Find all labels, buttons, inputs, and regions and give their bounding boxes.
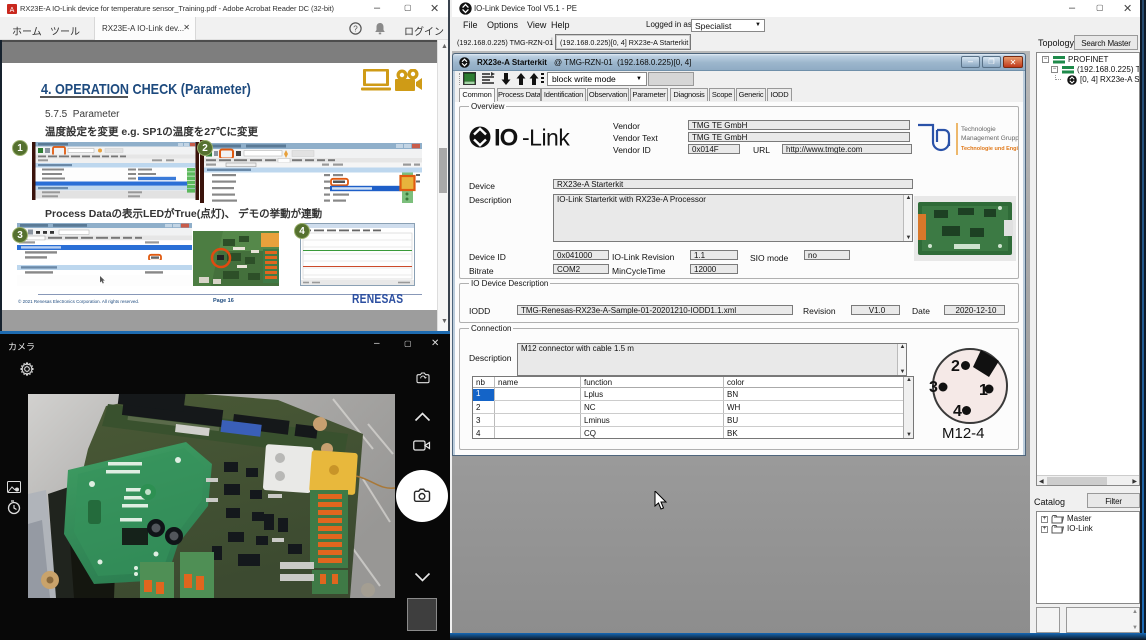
svg-text:IO: IO: [494, 125, 518, 151]
svg-text:?: ?: [353, 25, 358, 34]
svg-text:Technologie und Engineering: Technologie und Engineering: [961, 146, 1018, 152]
svg-text:A: A: [10, 7, 15, 14]
svg-text:Technologie: Technologie: [961, 126, 996, 133]
svg-text:-Link: -Link: [522, 125, 570, 151]
svg-text:2: 2: [951, 358, 960, 375]
svg-text:3: 3: [929, 379, 938, 396]
svg-text:M12-4: M12-4: [942, 425, 985, 442]
svg-text:4: 4: [953, 403, 962, 420]
svg-text:Management Gruppe: Management Gruppe: [961, 135, 1018, 142]
